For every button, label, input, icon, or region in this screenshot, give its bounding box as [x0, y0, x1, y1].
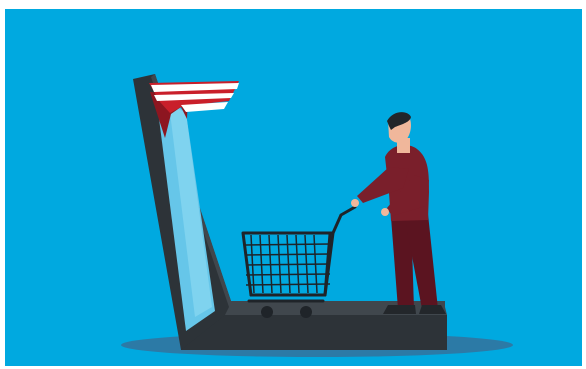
cart-wheel [261, 306, 273, 318]
person-hand [351, 199, 359, 207]
person-hand [381, 208, 389, 216]
cart-grid-line [245, 263, 331, 266]
cart-grid-line [245, 283, 331, 286]
cart-grid-line [245, 253, 331, 256]
cart-grid-line [245, 273, 331, 276]
cart-grid-line [245, 243, 331, 246]
online-shopping-illustration [5, 9, 582, 366]
phone-base [181, 315, 447, 350]
illustration-frame [5, 9, 582, 366]
person-shoe [383, 305, 416, 314]
cart-wheel [300, 306, 312, 318]
